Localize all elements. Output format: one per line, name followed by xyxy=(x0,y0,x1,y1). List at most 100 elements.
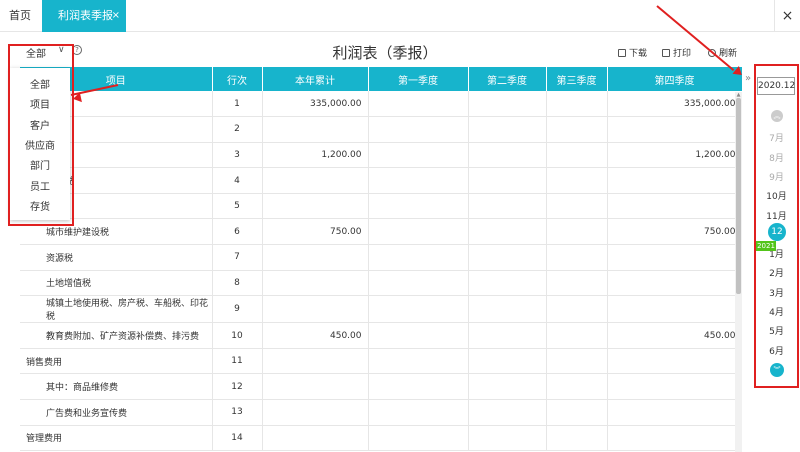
tab-close-icon[interactable]: × xyxy=(112,0,120,32)
dropdown-item[interactable]: 项目 xyxy=(10,96,70,116)
table-row[interactable]: 土地增值税 8 xyxy=(20,270,742,297)
cell-q2 xyxy=(468,116,547,143)
cell-ytd xyxy=(262,399,369,426)
cell-q1 xyxy=(368,425,469,452)
cell-q4 xyxy=(607,295,742,324)
cell-q1 xyxy=(368,91,469,118)
profit-table-container: 项目 行次 本年累计 第一季度 第二季度 第三季度 第四季度 入1335,000… xyxy=(20,67,742,452)
cell-row-no: 8 xyxy=(212,270,263,297)
cell-q1 xyxy=(368,116,469,143)
cell-q1 xyxy=(368,348,469,375)
cell-q3 xyxy=(546,399,608,426)
cell-item-name: 土地增值税 xyxy=(20,270,213,297)
print-button[interactable]: 打印 xyxy=(662,46,691,59)
dropdown-item[interactable]: 客户 xyxy=(10,117,70,137)
cell-row-no: 5 xyxy=(212,193,263,220)
table-row[interactable]: 管理费用 14 xyxy=(20,425,742,452)
cell-row-no: 3 xyxy=(212,142,263,169)
month-item[interactable]: 4月 xyxy=(754,305,799,318)
cell-q2 xyxy=(468,193,547,220)
table-row[interactable]: 税5 xyxy=(20,193,742,220)
cell-q1 xyxy=(368,167,469,194)
month-item[interactable]: 6月 xyxy=(754,344,799,357)
cell-q4: 750.00 xyxy=(607,218,742,246)
month-item[interactable]: 12月 xyxy=(768,223,786,255)
cell-q2 xyxy=(468,373,547,401)
table-row[interactable]: 广告费和业务宣传费 13 xyxy=(20,399,742,426)
tab-profit-quarterly[interactable]: 利润表季报 × xyxy=(42,0,126,32)
window-close-icon[interactable]: × xyxy=(774,0,800,32)
dropdown-item[interactable]: 供应商 xyxy=(10,137,70,157)
month-item[interactable]: 10月 xyxy=(754,189,799,202)
month-item[interactable]: 11月 xyxy=(754,209,799,222)
cell-q2 xyxy=(468,399,547,426)
cell-ytd xyxy=(262,425,369,452)
cell-q1 xyxy=(368,244,469,271)
col-header-q1: 第一季度 xyxy=(368,67,469,91)
cell-row-no: 9 xyxy=(212,295,263,324)
month-item[interactable]: 5月 xyxy=(754,324,799,337)
cell-q3 xyxy=(546,193,608,220)
table-row[interactable]: 销售费用 11 xyxy=(20,348,742,375)
col-header-q4: 第四季度 xyxy=(607,67,742,91)
cell-q3 xyxy=(546,142,608,169)
download-button[interactable]: 下载 xyxy=(618,46,647,59)
dropdown-item[interactable]: 员工 xyxy=(10,178,70,198)
month-item[interactable]: 3月 xyxy=(754,286,799,299)
dropdown-item[interactable]: 部门 xyxy=(10,157,70,177)
cell-q1 xyxy=(368,270,469,297)
table-row[interactable]: 其中：商品维修费 12 xyxy=(20,373,742,401)
dropdown-item[interactable]: 全部 xyxy=(10,76,70,96)
cell-q4: 335,000.00 xyxy=(607,91,742,118)
cell-item-name: 其中：商品维修费 xyxy=(20,373,213,401)
col-header-ytd: 本年累计 xyxy=(262,67,369,91)
download-icon xyxy=(618,49,626,57)
cell-item-name: 资源税 xyxy=(20,244,213,271)
cell-q4 xyxy=(607,116,742,143)
cell-q1 xyxy=(368,193,469,220)
chevron-down-icon: ∨ xyxy=(58,45,65,55)
cell-ytd: 450.00 xyxy=(262,322,369,349)
table-scrollbar[interactable]: ▲ xyxy=(735,92,742,452)
toolbar: 全部 ∨ ? 利润表（季报） 下载 打印 刷新 xyxy=(0,33,745,69)
cell-q3 xyxy=(546,91,608,118)
cell-row-no: 13 xyxy=(212,399,263,426)
table-row[interactable]: 消费税4 xyxy=(20,167,742,194)
table-row[interactable]: 成本2 xyxy=(20,116,742,143)
month-item[interactable]: 8月 xyxy=(754,151,799,164)
cell-item-name: 销售费用 xyxy=(20,348,213,375)
month-item[interactable]: 2月 xyxy=(754,266,799,279)
cell-q1 xyxy=(368,295,469,324)
cell-q4 xyxy=(607,244,742,271)
table-row[interactable]: 资源税 7 xyxy=(20,244,742,271)
table-header-row: 项目 行次 本年累计 第一季度 第二季度 第三季度 第四季度 xyxy=(20,67,742,91)
table-row[interactable]: 城镇土地使用税、房产税、车船税、印花税 9 xyxy=(20,295,742,324)
cell-item-name: 城镇土地使用税、房产税、车船税、印花税 xyxy=(20,295,213,324)
month-item[interactable]: 7月 xyxy=(754,131,799,144)
table-row[interactable]: 城市维护建设税 6 750.00 750.00 xyxy=(20,218,742,246)
cell-row-no: 10 xyxy=(212,322,263,349)
month-down-icon[interactable]: ︾ xyxy=(770,363,784,377)
date-input[interactable]: 2020.12 xyxy=(757,77,795,95)
help-icon[interactable]: ? xyxy=(72,45,82,55)
cell-row-no: 6 xyxy=(212,218,263,246)
filter-select[interactable]: 全部 ∨ xyxy=(14,45,70,60)
table-row[interactable]: 教育费附加、矿产资源补偿费、排污费 10 450.00 450.00 xyxy=(20,322,742,349)
profit-table: 项目 行次 本年累计 第一季度 第二季度 第三季度 第四季度 入1335,000… xyxy=(20,67,742,452)
table-row[interactable]: 入1335,000.00335,000.00 xyxy=(20,91,742,118)
cell-item-name: 广告费和业务宣传费 xyxy=(20,399,213,426)
cell-q1 xyxy=(368,218,469,246)
tab-home[interactable]: 首页 xyxy=(0,0,40,32)
col-header-q3: 第三季度 xyxy=(546,67,608,91)
scroll-thumb[interactable] xyxy=(736,98,741,294)
cell-ytd xyxy=(262,270,369,297)
dropdown-item[interactable]: 存货 xyxy=(10,198,70,218)
cell-q3 xyxy=(546,270,608,297)
month-up-icon[interactable]: ︽ xyxy=(771,110,783,122)
year-badge: 2021 xyxy=(756,241,776,251)
cell-q3 xyxy=(546,373,608,401)
month-item[interactable]: 9月 xyxy=(754,170,799,183)
print-icon xyxy=(662,49,670,57)
table-row[interactable]: 加31,200.001,200.00 xyxy=(20,142,742,169)
cell-item-name: 教育费附加、矿产资源补偿费、排污费 xyxy=(20,322,213,349)
